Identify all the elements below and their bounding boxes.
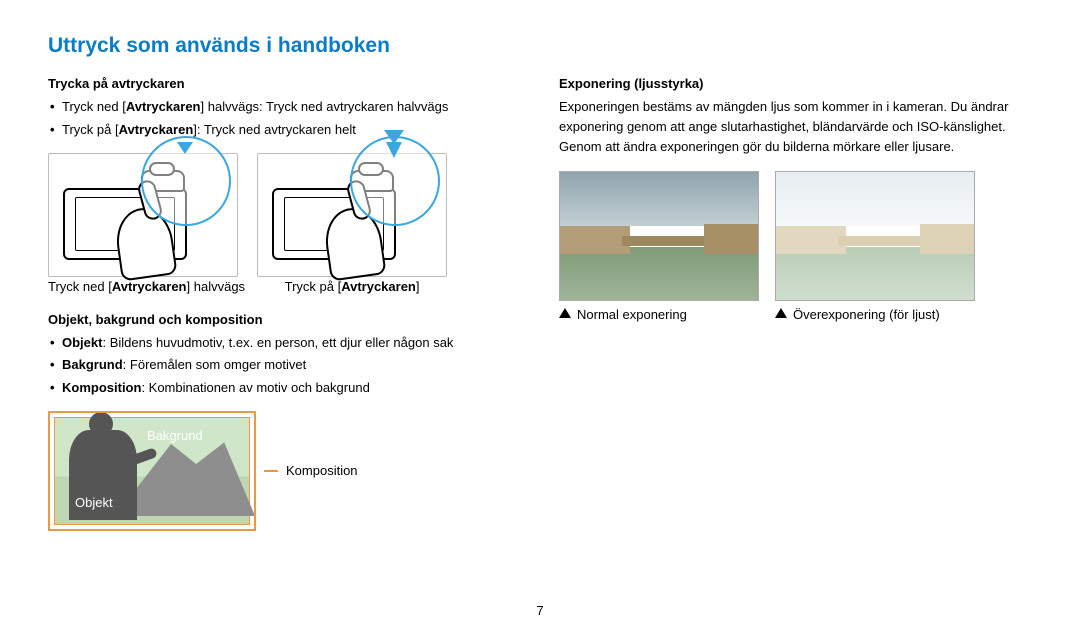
text: Tryck på [ bbox=[285, 279, 342, 294]
photo-overexposed bbox=[775, 171, 975, 301]
caption-normal-exposure: Normal exponering bbox=[559, 307, 759, 322]
composition-diagram-row: Bakgrund Objekt Komposition bbox=[48, 411, 521, 531]
arrow-down-icon bbox=[177, 142, 193, 154]
shutter-bullets: Tryck ned [Avtryckaren] halvvägs: Tryck … bbox=[48, 97, 521, 141]
text-bold: Bakgrund bbox=[62, 357, 123, 372]
text: Tryck på [ bbox=[62, 122, 119, 137]
text: : Bildens huvudmotiv, t.ex. en person, e… bbox=[102, 335, 453, 350]
caption-over-exposure: Överexponering (för ljust) bbox=[775, 307, 975, 322]
text: ]: Tryck ned avtryckaren helt bbox=[193, 122, 356, 137]
text-bold: Komposition bbox=[62, 380, 141, 395]
text: Normal exponering bbox=[577, 307, 687, 322]
bullet-full-press: Tryck på [Avtryckaren]: Tryck ned avtryc… bbox=[48, 120, 521, 141]
text-bold: Avtryckaren bbox=[119, 122, 194, 137]
text-bold: Avtryckaren bbox=[341, 279, 416, 294]
text: Tryck ned [ bbox=[48, 279, 112, 294]
camera-illustration-full bbox=[257, 153, 447, 277]
page-number: 7 bbox=[0, 603, 1080, 618]
figure-normal-exposure: Normal exponering bbox=[559, 171, 759, 322]
triangle-up-icon bbox=[775, 308, 787, 318]
text-bold: Avtryckaren bbox=[126, 99, 201, 114]
text: : Kombinationen av motiv och bakgrund bbox=[141, 380, 369, 395]
left-column: Trycka på avtryckaren Tryck ned [Avtryck… bbox=[48, 76, 521, 531]
text: ] bbox=[416, 279, 420, 294]
text: Tryck ned [ bbox=[62, 99, 126, 114]
two-column-layout: Trycka på avtryckaren Tryck ned [Avtryck… bbox=[48, 76, 1032, 531]
exposure-paragraph: Exponeringen bestäms av mängden ljus som… bbox=[559, 97, 1032, 157]
section-title: Uttryck som används i handboken bbox=[48, 34, 1032, 58]
right-column: Exponering (ljusstyrka) Exponeringen bes… bbox=[559, 76, 1032, 531]
diagram-inner: Bakgrund Objekt bbox=[54, 417, 250, 525]
figure-half-press: Tryck ned [Avtryckaren] halvvägs bbox=[48, 153, 245, 294]
text-bold: Objekt bbox=[62, 335, 102, 350]
text: : Föremålen som omger motivet bbox=[123, 357, 307, 372]
arrow-down-icon bbox=[386, 142, 402, 158]
figure-full-press: Tryck på [Avtryckaren] bbox=[257, 153, 447, 294]
composition-bullets: Objekt: Bildens huvudmotiv, t.ex. en per… bbox=[48, 333, 521, 399]
camera-illustration-half bbox=[48, 153, 238, 277]
text: ] halvvägs bbox=[187, 279, 246, 294]
callout-line-icon bbox=[264, 470, 278, 472]
triangle-up-icon bbox=[559, 308, 571, 318]
bullet-half-press: Tryck ned [Avtryckaren] halvvägs: Tryck … bbox=[48, 97, 521, 118]
composition-diagram: Bakgrund Objekt bbox=[48, 411, 256, 531]
text: ] halvvägs: Tryck ned avtryckaren halvvä… bbox=[201, 99, 449, 114]
bullet-background: Bakgrund: Föremålen som omger motivet bbox=[48, 355, 521, 376]
exposure-heading: Exponering (ljusstyrka) bbox=[559, 76, 1032, 91]
bullet-composition: Komposition: Kombinationen av motiv och … bbox=[48, 378, 521, 399]
photo-samples-row: Normal exponering Överexponering (för lj… bbox=[559, 171, 1032, 322]
bullet-object: Objekt: Bildens huvudmotiv, t.ex. en per… bbox=[48, 333, 521, 354]
composition-heading: Objekt, bakgrund och komposition bbox=[48, 312, 521, 327]
figure-over-exposure: Överexponering (för ljust) bbox=[775, 171, 975, 322]
diagram-label-background: Bakgrund bbox=[147, 428, 203, 443]
shutter-button bbox=[149, 162, 175, 176]
shutter-button bbox=[358, 162, 384, 176]
diagram-label-composition: Komposition bbox=[286, 463, 358, 478]
caption-full-press: Tryck på [Avtryckaren] bbox=[257, 279, 447, 294]
photo-normal bbox=[559, 171, 759, 301]
camera-figure-row: Tryck ned [Avtryckaren] halvvägs Tryck p… bbox=[48, 153, 521, 294]
diagram-label-object: Objekt bbox=[75, 495, 113, 510]
text-bold: Avtryckaren bbox=[112, 279, 187, 294]
caption-half-press: Tryck ned [Avtryckaren] halvvägs bbox=[48, 279, 245, 294]
shutter-heading: Trycka på avtryckaren bbox=[48, 76, 521, 91]
text: Överexponering (för ljust) bbox=[793, 307, 940, 322]
